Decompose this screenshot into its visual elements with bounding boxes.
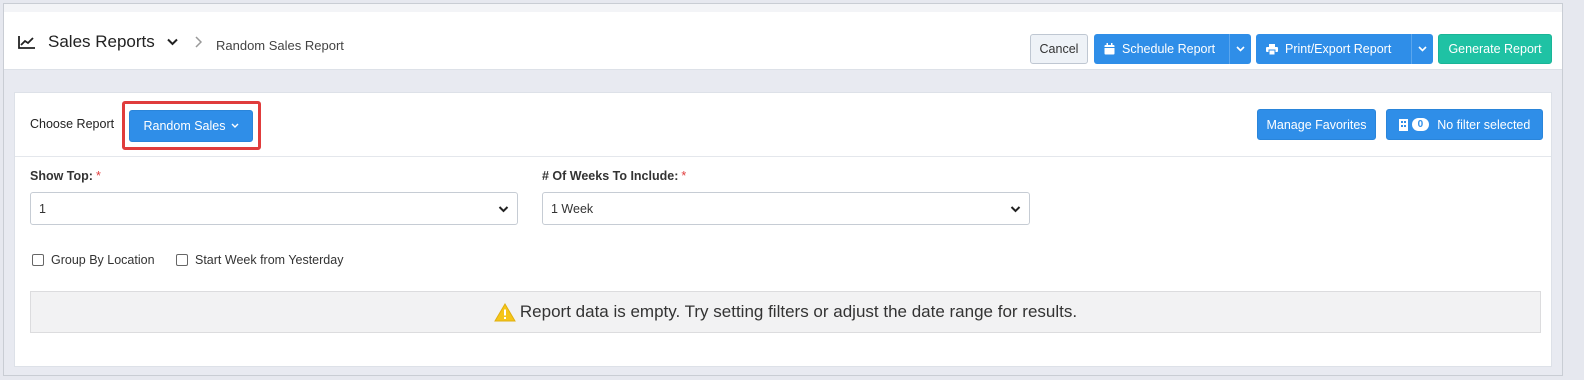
print-export-label: Print/Export Report (1285, 42, 1392, 56)
page-title-group[interactable]: Sales Reports (18, 32, 178, 52)
app-window: Sales Reports Random Sales Report Cancel… (3, 3, 1563, 376)
group-by-location-label: Group By Location (51, 253, 155, 267)
calendar-icon (1104, 43, 1115, 55)
divider (15, 156, 1551, 157)
report-card: Choose Report Random Sales Manage Favori… (14, 92, 1552, 367)
empty-message-text: Report data is empty. Try setting filter… (519, 302, 1078, 321)
top-bar: Sales Reports Random Sales Report Cancel… (4, 4, 1562, 70)
filter-count-badge: 0 (1411, 118, 1430, 131)
chevron-down-icon (231, 123, 238, 128)
schedule-report-label: Schedule Report (1122, 42, 1216, 56)
weeks-select[interactable]: 1 Week (542, 192, 1030, 225)
cancel-button[interactable]: Cancel (1030, 34, 1088, 64)
chevron-down-icon (1010, 206, 1021, 213)
schedule-dropdown-toggle[interactable] (1229, 34, 1251, 64)
required-mark: * (681, 169, 687, 183)
weeks-value: 1 Week (551, 201, 594, 216)
show-top-value: 1 (39, 201, 46, 216)
print-export-button[interactable]: Print/Export Report (1256, 34, 1411, 64)
filter-button[interactable]: 0 No filter selected (1386, 109, 1543, 140)
chevron-down-icon (1418, 46, 1427, 52)
print-export-button-group: Print/Export Report (1256, 34, 1433, 64)
manage-favorites-button[interactable]: Manage Favorites (1257, 109, 1376, 140)
building-icon (1398, 118, 1408, 131)
choose-report-dropdown[interactable]: Random Sales (129, 110, 253, 142)
breadcrumb: Random Sales Report (216, 38, 344, 53)
printer-icon (1266, 43, 1278, 55)
chevron-right-icon (194, 36, 203, 51)
filter-label: No filter selected (1437, 117, 1531, 132)
checkbox[interactable] (176, 254, 188, 266)
empty-report-message: Report data is empty. Try setting filter… (30, 291, 1541, 333)
show-top-label-text: Show Top: (30, 169, 93, 183)
weeks-label: # Of Weeks To Include: * (542, 169, 686, 183)
warning-icon (494, 302, 516, 321)
print-export-dropdown-toggle[interactable] (1411, 34, 1433, 64)
show-top-select[interactable]: 1 (30, 192, 518, 225)
choose-report-label: Choose Report (30, 117, 115, 131)
line-chart-icon (18, 36, 35, 49)
weeks-label-text: # Of Weeks To Include: (542, 169, 679, 183)
group-by-location-checkbox[interactable]: Group By Location (32, 253, 155, 267)
chevron-down-icon[interactable] (167, 35, 178, 49)
page-title: Sales Reports (48, 32, 155, 51)
generate-report-button[interactable]: Generate Report (1438, 34, 1552, 64)
schedule-report-button[interactable]: Schedule Report (1094, 34, 1229, 64)
chevron-down-icon (1236, 46, 1245, 52)
checkbox[interactable] (32, 254, 44, 266)
schedule-report-button-group: Schedule Report (1094, 34, 1251, 64)
selected-report-label: Random Sales (143, 119, 226, 133)
required-mark: * (95, 169, 101, 183)
chevron-down-icon (498, 206, 509, 213)
start-week-yesterday-label: Start Week from Yesterday (195, 253, 344, 267)
start-week-yesterday-checkbox[interactable]: Start Week from Yesterday (176, 253, 343, 267)
show-top-label: Show Top: * (30, 169, 101, 183)
